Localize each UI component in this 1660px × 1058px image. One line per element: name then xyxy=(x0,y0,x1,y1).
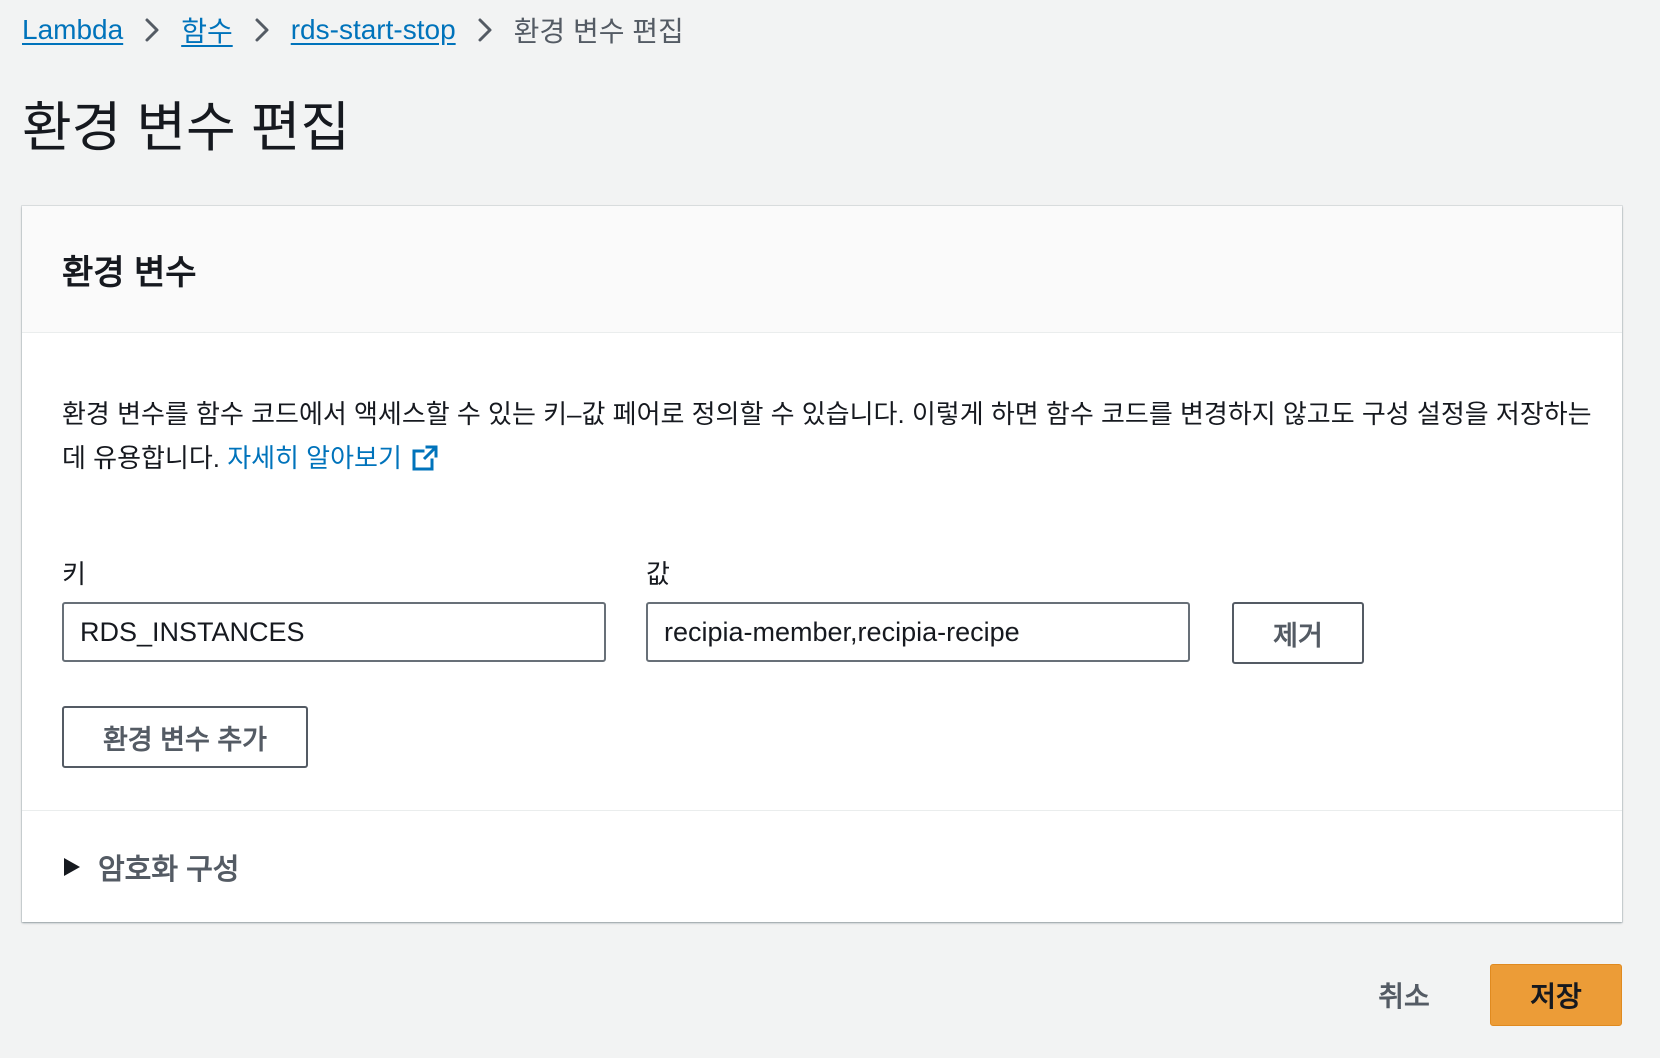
encryption-config-toggle[interactable]: 암호화 구성 xyxy=(62,836,239,898)
learn-more-label: 자세히 알아보기 xyxy=(227,443,402,473)
value-label: 값 xyxy=(646,559,670,589)
key-label: 키 xyxy=(62,559,86,589)
chevron-right-icon xyxy=(123,10,181,50)
env-key-input[interactable] xyxy=(62,602,606,662)
breadcrumb-function-name[interactable]: rds-start-stop xyxy=(291,14,456,46)
panel-title: 환경 변수 xyxy=(62,253,197,292)
divider xyxy=(22,810,1622,811)
breadcrumb-lambda[interactable]: Lambda xyxy=(22,14,123,46)
chevron-right-icon xyxy=(456,10,514,50)
add-variable-button[interactable]: 환경 변수 추가 xyxy=(62,706,308,768)
page-title: 환경 변수 편집 xyxy=(22,98,351,158)
learn-more-link[interactable]: 자세히 알아보기 xyxy=(227,443,440,473)
env-vars-panel: 환경 변수 환경 변수를 함수 코드에서 액세스할 수 있는 키–값 페어로 정… xyxy=(22,206,1622,922)
breadcrumb: Lambda 함수 rds-start-stop 환경 변수 편집 xyxy=(22,10,684,50)
save-button[interactable]: 저장 xyxy=(1490,964,1622,1026)
panel-description: 환경 변수를 함수 코드에서 액세스할 수 있는 키–값 페어로 정의할 수 있… xyxy=(62,392,1602,480)
encryption-config-label: 암호화 구성 xyxy=(98,854,240,886)
remove-variable-button[interactable]: 제거 xyxy=(1232,602,1364,664)
env-value-input[interactable] xyxy=(646,602,1190,662)
breadcrumb-functions[interactable]: 함수 xyxy=(181,10,233,50)
external-link-icon xyxy=(410,442,440,472)
chevron-right-icon xyxy=(233,10,291,50)
page: Lambda 함수 rds-start-stop 환경 변수 편집 환경 변수 … xyxy=(0,0,1660,1058)
caret-right-icon xyxy=(64,858,80,876)
panel-header: 환경 변수 xyxy=(22,206,1622,333)
cancel-button[interactable]: 취소 xyxy=(1354,964,1454,1026)
breadcrumb-current: 환경 변수 편집 xyxy=(513,16,684,47)
